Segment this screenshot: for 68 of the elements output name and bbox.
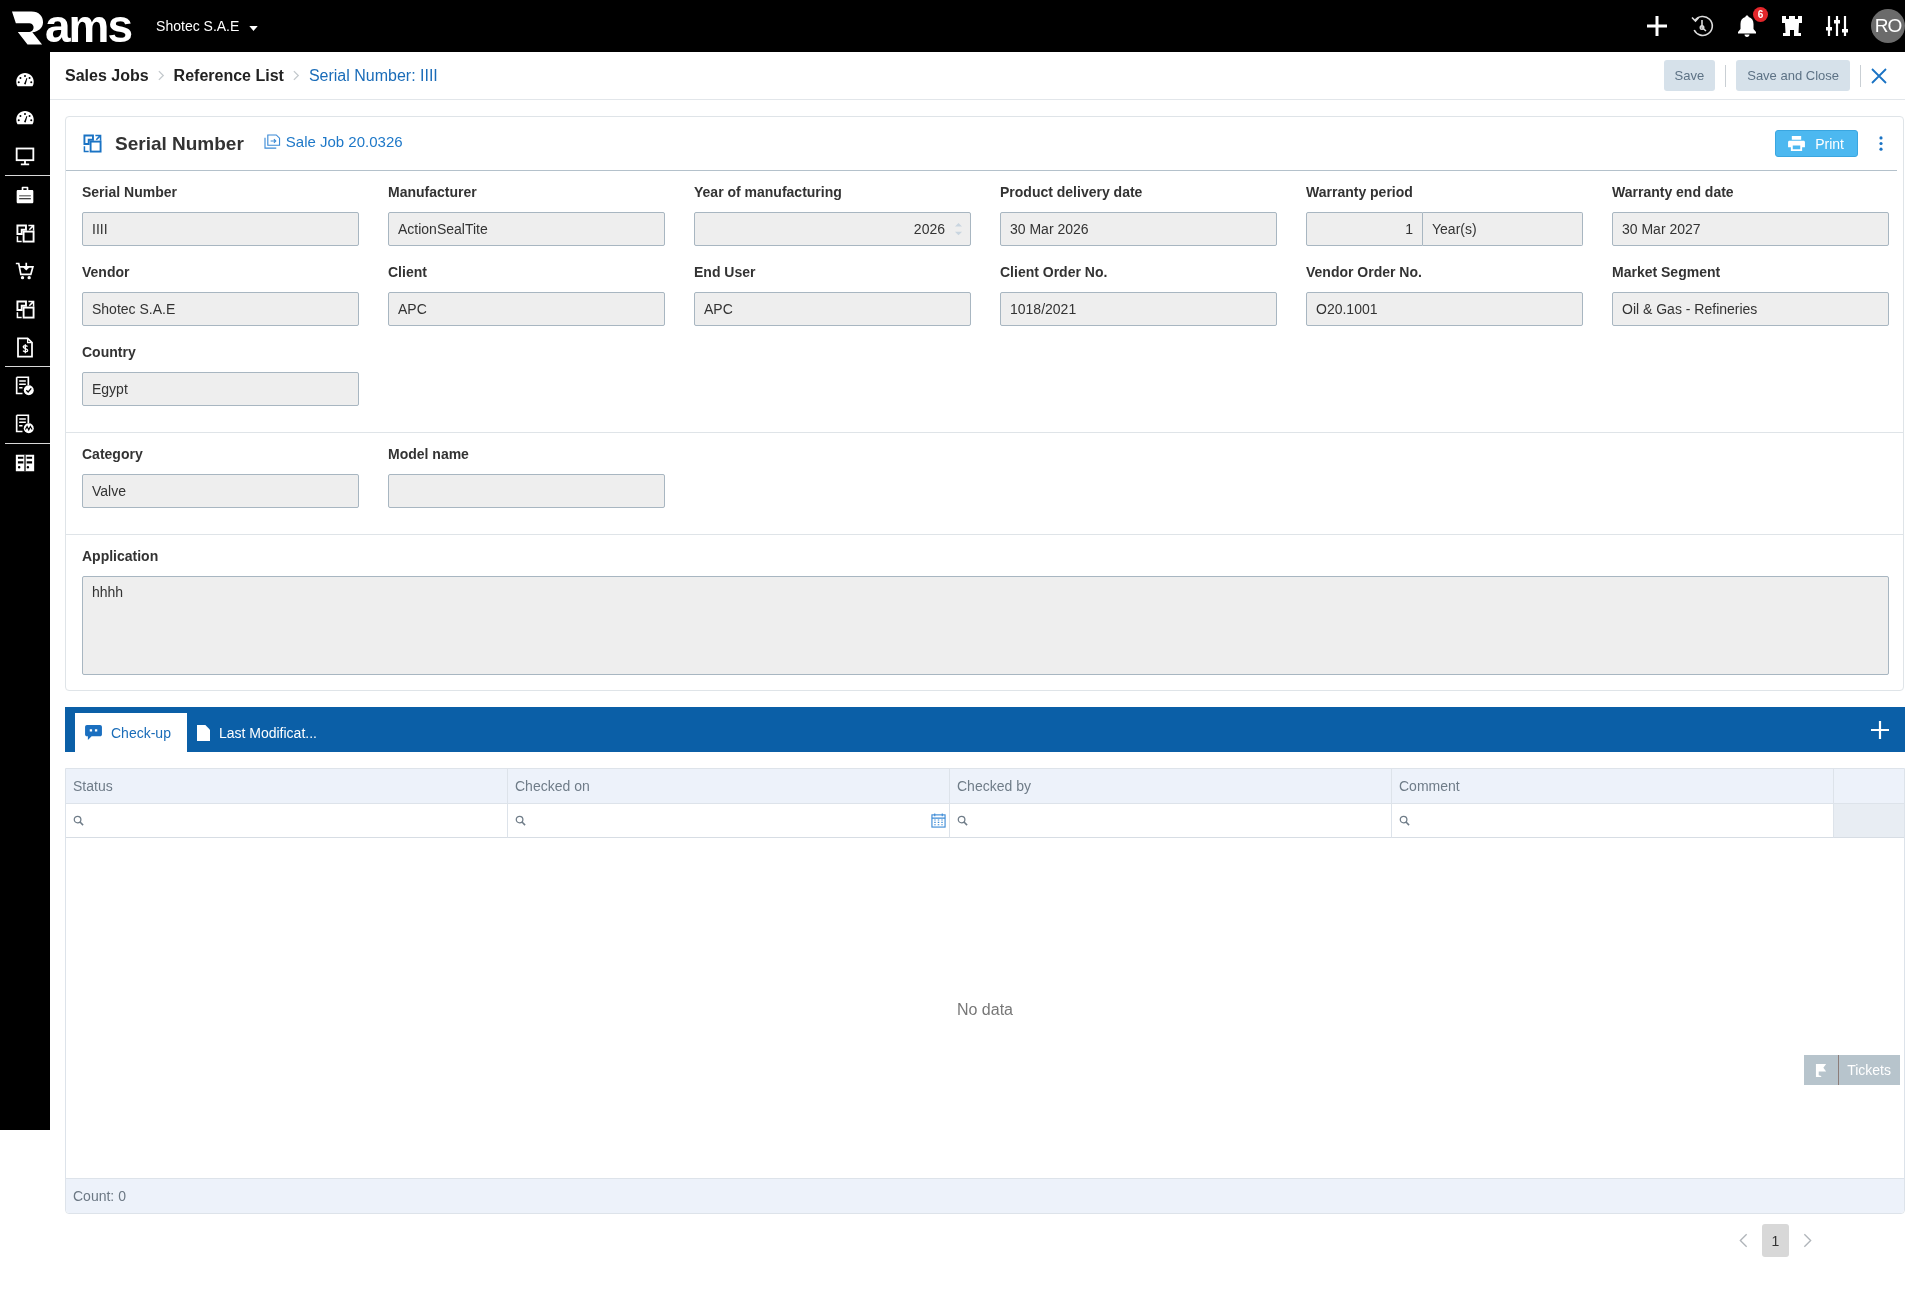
field-label: Vendor Order No. [1306,263,1423,282]
input-field[interactable]: APC [694,292,971,326]
field-label: Product delivery date [1000,183,1144,202]
more-options-icon[interactable] [1879,136,1883,151]
unit-field[interactable]: Year(s) [1423,212,1583,246]
monitor-icon[interactable] [15,146,35,166]
bell-icon[interactable] [1735,14,1759,38]
input-field[interactable]: Valve [82,474,359,508]
field-label: Warranty end date [1612,183,1735,202]
sliders-icon[interactable] [1825,14,1849,38]
briefcase-icon[interactable] [15,185,35,205]
document-dollar-icon[interactable] [16,336,34,358]
company-selector[interactable]: Shotec S.A.E [156,14,259,38]
input-field[interactable]: APC [388,292,665,326]
history-icon[interactable] [1690,14,1714,38]
field-label: Application [82,547,160,566]
tab[interactable]: Last Modificat... [186,713,333,752]
input-field[interactable]: Egypt [82,372,359,406]
chevron-right-icon [157,70,165,81]
breadcrumb-link[interactable]: Sales Jobs [65,66,149,85]
list-chart-icon[interactable] [15,414,35,434]
field-label: Vendor [82,263,131,282]
logo-icon [11,10,44,46]
breadcrumb-current: Serial Number: IIII [308,66,438,85]
caret-icon [249,25,259,31]
field-label: Client Order No. [1000,263,1109,282]
field-label: Category [82,445,144,464]
close-icon[interactable] [1871,67,1887,84]
cart-icon[interactable] [15,261,35,281]
printer-icon [1788,136,1806,151]
input-field[interactable]: Shotec S.A.E [82,292,359,326]
record-count: Count: 0 [73,1188,126,1204]
card-title: Serial Number [115,132,244,155]
field-label: End User [694,263,757,282]
squares-icon[interactable] [15,299,35,319]
input-field[interactable] [388,474,665,508]
list-check-icon[interactable] [15,376,35,396]
input-field[interactable]: O20.1001 [1306,292,1583,326]
squares-icon[interactable] [15,223,35,243]
field-label: Client [388,263,428,282]
input-field[interactable]: ActionSealTite [388,212,665,246]
field-label: Year of manufacturing [694,183,843,202]
number-field[interactable]: 2026 [694,212,971,246]
document-arrow-icon [263,134,281,149]
chevron-right-icon [292,70,300,81]
sale-job-link[interactable]: Sale Job 20.0326 [263,133,403,150]
input-field[interactable]: IIII [82,212,359,246]
input-field[interactable]: 30 Mar 2026 [1000,212,1277,246]
field-label: Model name [388,445,470,464]
input-field[interactable]: 30 Mar 2027 [1612,212,1889,246]
panels-icon[interactable] [15,453,35,473]
notification-badge: 6 [1753,7,1768,22]
logo-text: ams [45,6,132,46]
empty-message: No data [956,1001,1013,1019]
field-label: Market Segment [1612,263,1722,282]
input-field[interactable]: Oil & Gas - Refineries [1612,292,1889,326]
text-area[interactable]: hhhh [82,576,1889,675]
field-label: Country [82,343,137,362]
plus-icon[interactable] [1645,14,1669,38]
input-field[interactable]: 1018/2021 [1000,292,1277,326]
squares-icon [83,134,102,153]
number-field[interactable]: 1 [1306,212,1423,246]
field-label: Serial Number [82,183,178,202]
field-label: Manufacturer [388,183,478,202]
breadcrumb-link[interactable]: Reference List [173,66,284,85]
castle-icon[interactable] [1780,14,1804,38]
user-avatar[interactable]: RO [1871,9,1905,43]
field-label: Warranty period [1306,183,1414,202]
